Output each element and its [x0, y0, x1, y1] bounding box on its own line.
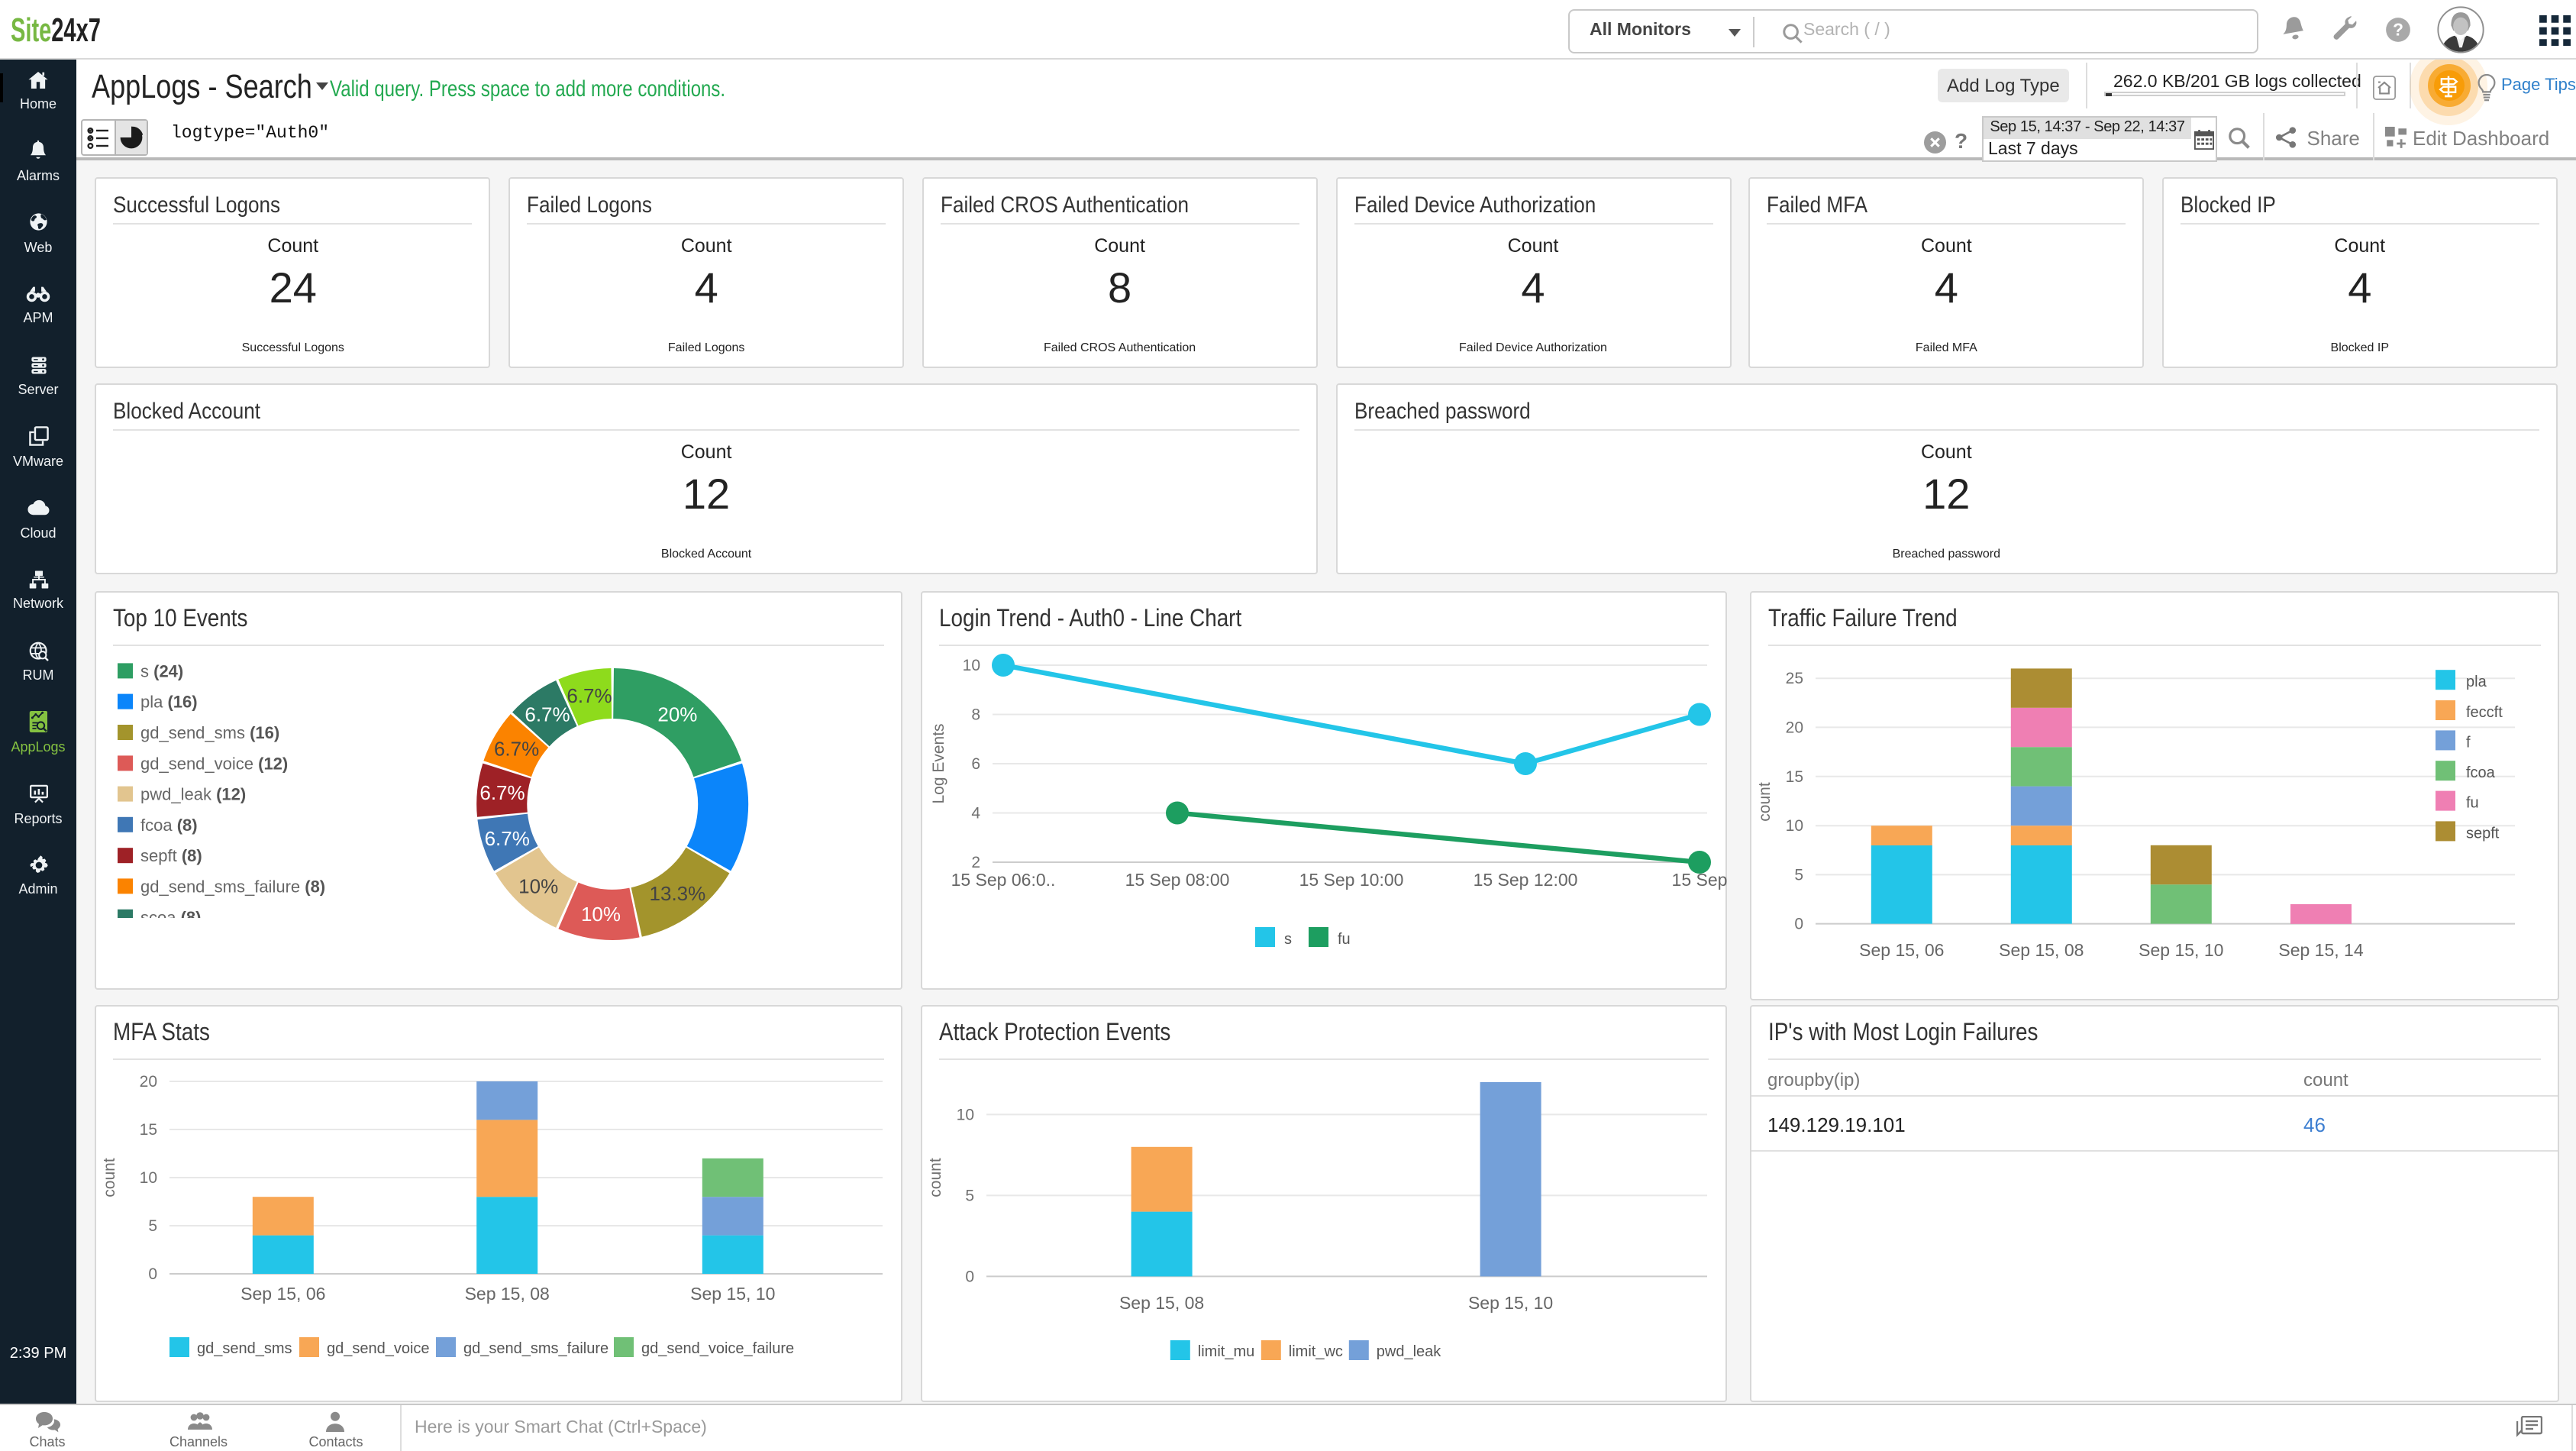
- svg-text:15 Sep 08:00: 15 Sep 08:00: [1125, 870, 1230, 890]
- svg-text:Sep 15, 06: Sep 15, 06: [241, 1284, 326, 1304]
- svg-text:s: s: [1285, 931, 1293, 948]
- svg-text:5: 5: [1793, 866, 1803, 884]
- svg-text:Log Events: Log Events: [931, 723, 948, 803]
- svg-text:15 Sep 06:0..: 15 Sep 06:0..: [951, 870, 1056, 890]
- svg-text:10%: 10%: [582, 903, 621, 926]
- svg-text:20%: 20%: [658, 703, 698, 726]
- svg-text:Sep 15, 08: Sep 15, 08: [1998, 940, 2083, 960]
- svg-text:6.7%: 6.7%: [480, 781, 525, 804]
- svg-text:count: count: [928, 1158, 945, 1197]
- svg-text:10: 10: [957, 1106, 974, 1123]
- svg-text:Sep 15, 08: Sep 15, 08: [1120, 1293, 1205, 1313]
- svg-text:pwd_leak: pwd_leak: [1377, 1343, 1442, 1360]
- svg-text:4: 4: [972, 805, 981, 822]
- svg-text:count: count: [1755, 782, 1773, 822]
- svg-text:5: 5: [149, 1217, 158, 1235]
- svg-text:20: 20: [1785, 719, 1803, 737]
- svg-text:10: 10: [963, 657, 980, 674]
- svg-text:15: 15: [1785, 768, 1803, 786]
- svg-text:6: 6: [972, 755, 981, 773]
- svg-text:5: 5: [966, 1187, 975, 1204]
- svg-text:15 Sep 12:00: 15 Sep 12:00: [1474, 870, 1578, 890]
- svg-text:fcoa: fcoa: [2465, 764, 2495, 781]
- svg-text:fu: fu: [1338, 931, 1351, 948]
- svg-text:15 Sep 10:00: 15 Sep 10:00: [1299, 870, 1404, 890]
- svg-text:Sep 15, 10: Sep 15, 10: [2138, 940, 2223, 960]
- svg-text:feccft: feccft: [2465, 704, 2502, 721]
- svg-text:8: 8: [972, 706, 981, 723]
- svg-text:pla: pla: [2465, 674, 2487, 690]
- svg-text:Sep 15, 10: Sep 15, 10: [691, 1284, 776, 1304]
- svg-text:6.7%: 6.7%: [567, 684, 612, 707]
- svg-text:gd_send_sms_failure: gd_send_sms_failure: [464, 1340, 609, 1357]
- svg-text:6.7%: 6.7%: [495, 737, 540, 760]
- svg-text:Sep 15, 14: Sep 15, 14: [2277, 940, 2362, 960]
- svg-text:20: 20: [140, 1073, 157, 1091]
- svg-text:Sep 15, 06: Sep 15, 06: [1858, 940, 1943, 960]
- svg-text:25: 25: [1785, 670, 1803, 687]
- svg-text:?: ?: [2393, 20, 2403, 40]
- svg-text:0: 0: [966, 1268, 975, 1285]
- svg-text:gd_send_voice_failure: gd_send_voice_failure: [642, 1340, 795, 1357]
- svg-text:Sep 15, 10: Sep 15, 10: [1469, 1293, 1554, 1313]
- svg-text:fu: fu: [2465, 795, 2478, 812]
- svg-text:10%: 10%: [519, 875, 559, 898]
- svg-text:Sep 15, 08: Sep 15, 08: [465, 1284, 550, 1304]
- svg-text:limit_mu: limit_mu: [1198, 1343, 1254, 1360]
- svg-text:gd_send_sms: gd_send_sms: [198, 1340, 293, 1357]
- svg-text:gd_send_voice: gd_send_voice: [328, 1340, 431, 1357]
- svg-text:count: count: [102, 1158, 119, 1197]
- svg-text:2: 2: [972, 854, 981, 871]
- svg-text:10: 10: [140, 1169, 157, 1187]
- svg-text:limit_wc: limit_wc: [1289, 1343, 1343, 1360]
- svg-text:sepft: sepft: [2465, 825, 2499, 842]
- svg-text:13.3%: 13.3%: [650, 882, 706, 905]
- svg-text:15: 15: [140, 1121, 157, 1139]
- svg-text:f: f: [2465, 734, 2470, 751]
- svg-text:6.7%: 6.7%: [525, 703, 570, 726]
- svg-text:0: 0: [149, 1265, 158, 1283]
- svg-text:0: 0: [1793, 916, 1803, 933]
- svg-text:10: 10: [1785, 817, 1803, 835]
- svg-text:6.7%: 6.7%: [485, 827, 530, 850]
